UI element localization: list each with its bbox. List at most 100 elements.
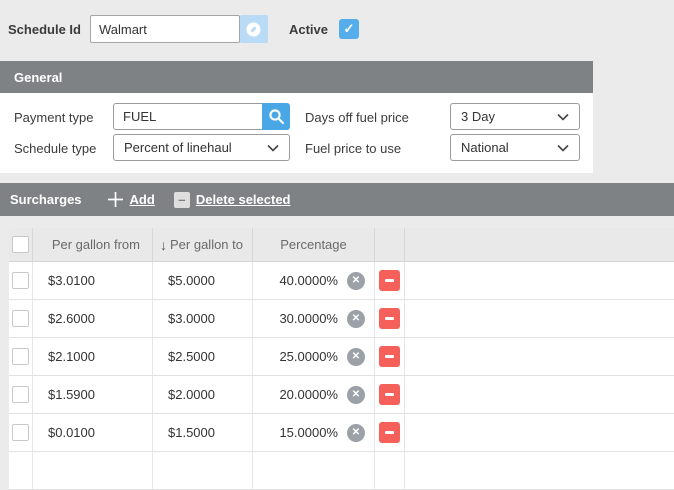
column-header-percentage[interactable]: Percentage (253, 228, 375, 261)
per-gallon-from-value: $1.5900 (48, 387, 95, 402)
percentage-cell[interactable]: 30.0000% ✕ (253, 300, 375, 337)
delete-row-button[interactable] (379, 270, 400, 291)
per-gallon-from-value: $0.0100 (48, 425, 95, 440)
table-row: $2.1000 $2.5000 25.0000% ✕ (9, 338, 674, 376)
per-gallon-to-cell[interactable]: $1.5000 (153, 414, 253, 451)
clear-percentage-button[interactable]: ✕ (347, 424, 365, 442)
row-delete-cell (375, 300, 405, 337)
surcharges-section-header: Surcharges Add – Delete selected (0, 183, 674, 216)
per-gallon-to-cell[interactable]: $3.0000 (153, 300, 253, 337)
row-spacer-cell (405, 452, 674, 489)
delete-selected-button[interactable]: – Delete selected (174, 192, 291, 208)
x-icon: ✕ (352, 275, 360, 286)
per-gallon-to-cell[interactable]: $2.5000 (153, 338, 253, 375)
delete-selected-label: Delete selected (196, 192, 291, 207)
row-checkbox[interactable] (12, 348, 29, 365)
percentage-value: 15.0000% (279, 425, 338, 440)
table-row: $0.0100 $1.5000 15.0000% ✕ (9, 414, 674, 452)
percentage-cell[interactable]: 25.0000% ✕ (253, 338, 375, 375)
per-gallon-to-label: Per gallon to (170, 237, 243, 252)
per-gallon-from-cell[interactable]: $2.1000 (33, 338, 153, 375)
per-gallon-from-cell[interactable]: $0.0100 (33, 414, 153, 451)
row-delete-cell (375, 452, 405, 489)
per-gallon-to-cell[interactable]: $5.0000 (153, 262, 253, 299)
clear-percentage-button[interactable]: ✕ (347, 272, 365, 290)
active-label: Active (289, 22, 328, 37)
x-icon: ✕ (352, 351, 360, 362)
x-icon: ✕ (352, 389, 360, 400)
surcharges-table: Per gallon from ↓ Per gallon to Percenta… (9, 228, 674, 490)
add-button[interactable]: Add (107, 191, 155, 208)
percentage-cell[interactable]: 15.0000% ✕ (253, 414, 375, 451)
delete-row-button[interactable] (379, 308, 400, 329)
search-icon (268, 108, 285, 125)
clear-percentage-button[interactable]: ✕ (347, 310, 365, 328)
percentage-cell[interactable]: 40.0000% ✕ (253, 262, 375, 299)
schedule-id-input[interactable] (90, 15, 240, 43)
minus-icon (385, 317, 394, 320)
column-header-per-gallon-to[interactable]: ↓ Per gallon to (153, 228, 253, 261)
fuel-price-label: Fuel price to use (305, 141, 401, 156)
table-row: $2.6000 $3.0000 30.0000% ✕ (9, 300, 674, 338)
check-icon: ✓ (344, 21, 355, 37)
row-checkbox-cell (9, 300, 33, 337)
per-gallon-from-value: $2.1000 (48, 349, 95, 364)
minus-icon (385, 431, 394, 434)
percentage-cell[interactable]: 20.0000% ✕ (253, 376, 375, 413)
per-gallon-to-cell[interactable]: $2.0000 (153, 376, 253, 413)
per-gallon-from-cell[interactable]: $3.0100 (33, 262, 153, 299)
row-delete-cell (375, 262, 405, 299)
row-checkbox[interactable] (12, 386, 29, 403)
payment-type-label: Payment type (14, 110, 94, 125)
days-off-select[interactable]: 3 Day (450, 103, 580, 130)
per-gallon-from-cell[interactable]: $2.6000 (33, 300, 153, 337)
delete-row-button[interactable] (379, 346, 400, 367)
column-header-actions (375, 228, 405, 261)
column-header-per-gallon-from[interactable]: Per gallon from (33, 228, 153, 261)
clear-percentage-button[interactable]: ✕ (347, 348, 365, 366)
schedule-type-value: Percent of linehaul (124, 140, 232, 155)
row-checkbox[interactable] (12, 424, 29, 441)
x-icon: ✕ (352, 427, 360, 438)
per-gallon-to-value: $1.5000 (168, 425, 215, 440)
row-checkbox[interactable] (12, 272, 29, 289)
row-checkbox-cell (9, 338, 33, 375)
per-gallon-to-cell (153, 452, 253, 489)
per-gallon-to-value: $2.0000 (168, 387, 215, 402)
lookup-button[interactable] (240, 15, 268, 43)
chevron-down-icon (267, 144, 279, 152)
row-checkbox[interactable] (12, 310, 29, 327)
percentage-value: 30.0000% (279, 311, 338, 326)
clear-percentage-button[interactable]: ✕ (347, 386, 365, 404)
per-gallon-from-cell[interactable]: $1.5900 (33, 376, 153, 413)
minus-icon: – (174, 192, 190, 208)
payment-type-input[interactable] (113, 103, 262, 130)
general-title: General (14, 70, 62, 85)
per-gallon-from-cell (33, 452, 153, 489)
schedule-id-row: Schedule Id Active ✓ (8, 15, 359, 43)
search-button[interactable] (262, 103, 290, 130)
select-all-checkbox[interactable] (12, 236, 29, 253)
fuel-price-select[interactable]: National (450, 134, 580, 161)
row-spacer-cell (405, 262, 674, 299)
active-checkbox[interactable]: ✓ (339, 19, 359, 39)
percentage-value: 20.0000% (279, 387, 338, 402)
row-delete-cell (375, 376, 405, 413)
table-header-row: Per gallon from ↓ Per gallon to Percenta… (9, 228, 674, 262)
minus-icon (385, 279, 394, 282)
row-delete-cell (375, 338, 405, 375)
table-row: $1.5900 $2.0000 20.0000% ✕ (9, 376, 674, 414)
row-checkbox-cell (9, 376, 33, 413)
per-gallon-to-value: $2.5000 (168, 349, 215, 364)
schedule-type-label: Schedule type (14, 141, 96, 156)
per-gallon-to-value: $5.0000 (168, 273, 215, 288)
percentage-value: 25.0000% (279, 349, 338, 364)
header-checkbox-cell (9, 228, 33, 261)
delete-row-button[interactable] (379, 384, 400, 405)
schedule-type-select[interactable]: Percent of linehaul (113, 134, 290, 161)
delete-row-button[interactable] (379, 422, 400, 443)
compass-icon (245, 21, 262, 38)
percentage-value: 40.0000% (279, 273, 338, 288)
minus-icon (385, 393, 394, 396)
row-spacer-cell (405, 376, 674, 413)
